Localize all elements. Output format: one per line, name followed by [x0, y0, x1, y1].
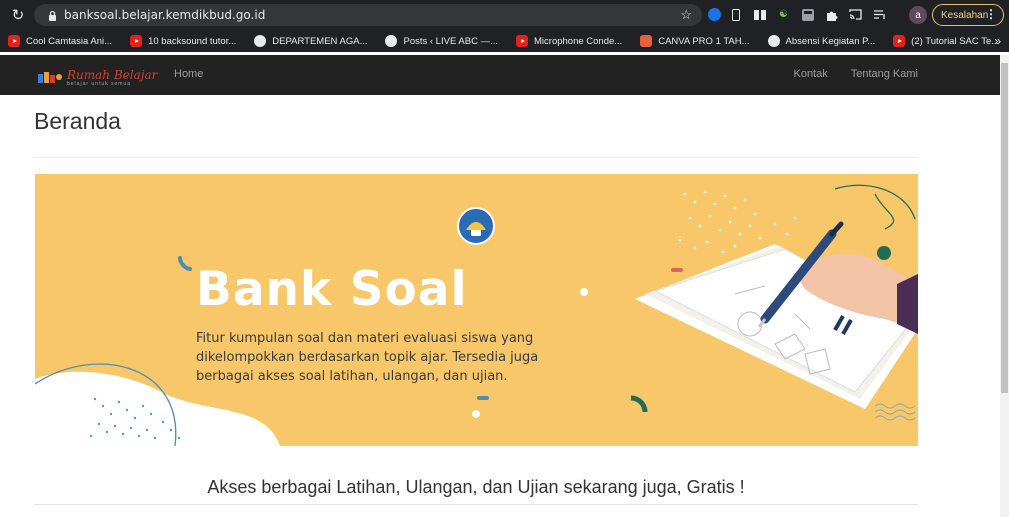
- nav-right: Kontak Tentang Kami: [793, 68, 918, 80]
- cast-icon[interactable]: [846, 5, 865, 24]
- bookmark-item[interactable]: Posts ‹ LIVE ABC —...: [385, 35, 498, 47]
- bookmark-item[interactable]: DEPARTEMEN AGA...: [254, 35, 367, 47]
- youtube-icon: [893, 35, 906, 47]
- bookmark-item[interactable]: Microphone Conde...: [516, 35, 622, 47]
- youtube-icon: [130, 35, 143, 47]
- nav-link-kontak[interactable]: Kontak: [793, 68, 827, 80]
- bank-soal-banner: Bank Soal Fitur kumpulan soal dan materi…: [35, 174, 918, 446]
- address-bar[interactable]: banksoal.belajar.kemdikbud.go.id ☆: [34, 4, 702, 26]
- page-title: Beranda: [34, 108, 121, 134]
- bookmark-item[interactable]: CANVA PRO 1 TAH...: [640, 35, 750, 47]
- globe-icon: [767, 35, 780, 47]
- bookmark-label: Posts ‹ LIVE ABC —...: [403, 35, 498, 47]
- bookmark-star-icon[interactable]: ☆: [680, 7, 692, 23]
- banner-description: Fitur kumpulan soal dan materi evaluasi …: [196, 331, 539, 384]
- bookmark-item[interactable]: 10 backsound tutor...: [130, 35, 236, 47]
- bookmark-label: CANVA PRO 1 TAH...: [658, 35, 750, 47]
- error-button[interactable]: Kesalahan ⋮: [932, 4, 1004, 26]
- promo-tagline: Akses berbagai Latihan, Ulangan, dan Uji…: [207, 477, 745, 497]
- extensions-bar: ☯: [708, 5, 889, 24]
- bookmark-label: Cool Camtasia Ani...: [26, 35, 113, 47]
- reload-icon[interactable]: ↻: [4, 6, 32, 24]
- bookmark-item[interactable]: Cool Camtasia Ani...: [8, 35, 112, 47]
- divider: [34, 504, 918, 505]
- menu-dots-icon[interactable]: ⋮: [985, 7, 997, 21]
- phone-icon[interactable]: [726, 5, 745, 24]
- bookmark-label: Absensi Kegiatan P...: [785, 35, 876, 47]
- extension-grid-icon[interactable]: [798, 5, 817, 24]
- reader-icon[interactable]: [750, 5, 769, 24]
- banner-title: Bank Soal: [196, 262, 468, 317]
- bookmarks-bar: Cool Camtasia Ani... 10 backsound tutor.…: [0, 30, 1009, 52]
- brand-name: Rumah Belajar: [67, 68, 158, 82]
- youtube-icon: [8, 35, 20, 47]
- brand-logo[interactable]: Rumah Belajar belajar untuk semua: [37, 69, 157, 87]
- more-bookmarks-icon[interactable]: »: [994, 34, 1001, 48]
- divider: [34, 157, 918, 158]
- youtube-icon: [516, 35, 528, 47]
- page-scrollbar[interactable]: [1000, 55, 1009, 517]
- bookmark-item[interactable]: Absensi Kegiatan P...: [767, 35, 876, 47]
- bookmark-label: 10 backsound tutor...: [148, 35, 237, 47]
- extension-blue-icon[interactable]: [708, 8, 721, 21]
- nav-link-tentang-kami[interactable]: Tentang Kami: [851, 68, 918, 80]
- url-text[interactable]: banksoal.belajar.kemdikbud.go.id: [64, 8, 265, 22]
- bookmark-item[interactable]: (2) Tutorial SAC Te...: [893, 35, 999, 47]
- globe-icon: [254, 35, 267, 47]
- nav-link-home[interactable]: Home: [174, 68, 203, 80]
- extension-green-icon[interactable]: ☯: [774, 5, 793, 24]
- puzzle-icon[interactable]: [822, 5, 841, 24]
- lock-icon[interactable]: [42, 10, 62, 21]
- globe-icon: [385, 35, 398, 47]
- browser-toolbar: ↻ banksoal.belajar.kemdikbud.go.id ☆ ☯ a…: [0, 0, 1009, 30]
- shopping-bag-icon: [640, 35, 653, 47]
- profile-avatar[interactable]: a: [909, 6, 927, 24]
- bookmark-label: Microphone Conde...: [534, 35, 623, 47]
- bookmark-label: (2) Tutorial SAC Te...: [911, 35, 1000, 47]
- bookmark-label: DEPARTEMEN AGA...: [272, 35, 368, 47]
- site-navbar: Rumah Belajar belajar untuk semua Home K…: [0, 55, 1000, 95]
- banner-illustration: [35, 184, 918, 446]
- error-label: Kesalahan: [941, 9, 989, 21]
- rumah-belajar-logo-icon: [38, 72, 62, 83]
- scrollbar-thumb[interactable]: [1001, 63, 1008, 393]
- playlist-icon[interactable]: [870, 5, 889, 24]
